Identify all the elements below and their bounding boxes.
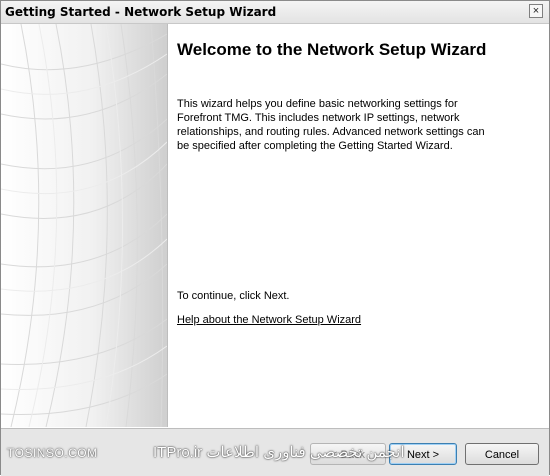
close-icon: × — [532, 5, 540, 17]
watermark-text: TOSINSO.COM — [7, 446, 98, 460]
close-button[interactable]: × — [529, 4, 543, 18]
cancel-button[interactable]: Cancel — [465, 443, 539, 465]
wireframe-graphic — [1, 24, 167, 427]
watermark-text-persian: انجمن تخصصی فناوری اطلاعات ITPro.ir — [153, 444, 405, 461]
wizard-banner-graphic — [1, 24, 168, 427]
window-title: Getting Started - Network Setup Wizard — [5, 5, 277, 19]
wizard-window: Getting Started - Network Setup Wizard × — [0, 0, 550, 476]
continue-instruction: To continue, click Next. — [177, 290, 290, 302]
wizard-footer: < Back Next > Cancel TOSINSO.COM انجمن ت… — [1, 428, 549, 476]
title-bar: Getting Started - Network Setup Wizard × — [1, 1, 549, 24]
intro-text: This wizard helps you define basic netwo… — [177, 98, 485, 152]
page-title: Welcome to the Network Setup Wizard — [177, 40, 487, 59]
help-link[interactable]: Help about the Network Setup Wizard — [177, 314, 361, 326]
